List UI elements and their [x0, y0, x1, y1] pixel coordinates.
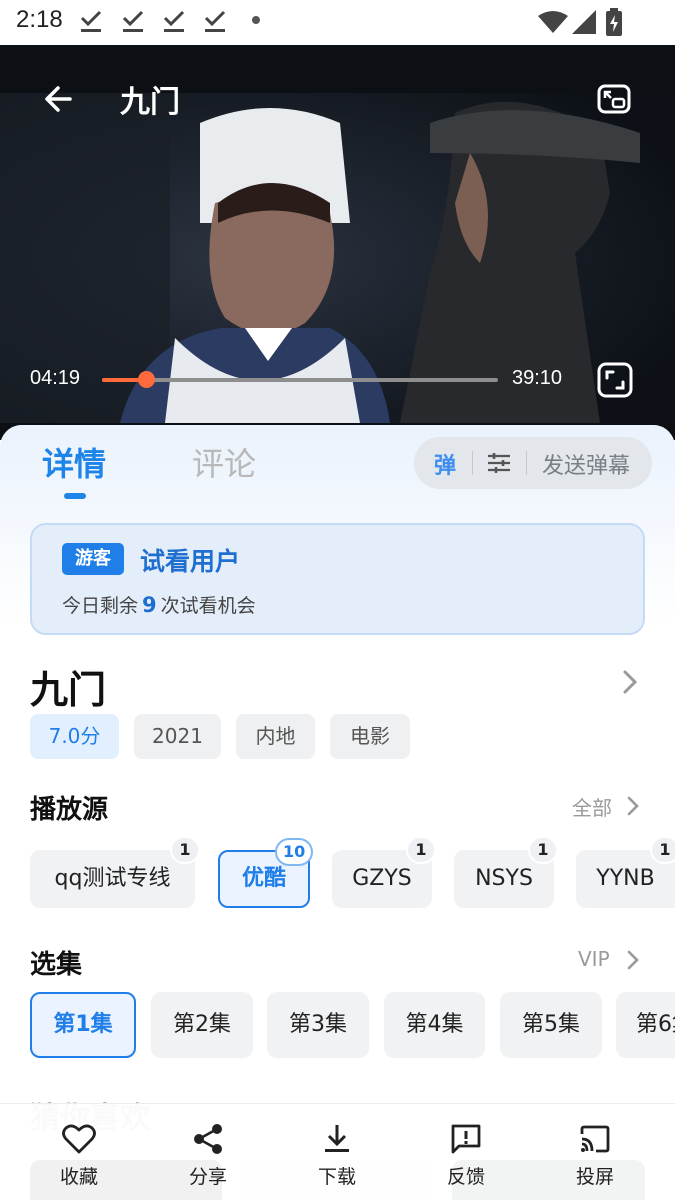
trial-user-card: 游客 试看用户 今日剩余 9 次试看机会	[30, 523, 645, 635]
feedback-icon	[451, 1124, 481, 1154]
progress-bar[interactable]	[102, 371, 498, 388]
source-label: NSYS	[475, 866, 533, 891]
episodes-vip-link[interactable]: VIP	[578, 947, 610, 971]
video-player[interactable]: 九门 04:19 39:10	[0, 45, 675, 440]
source-label: YYNB	[596, 866, 655, 891]
episode-3[interactable]: 第3集	[267, 992, 369, 1058]
source-count-badge: 10	[275, 838, 314, 866]
chevron-right-icon[interactable]	[626, 949, 640, 971]
download-done-icon	[80, 10, 102, 32]
divider	[526, 451, 527, 475]
wifi-icon	[538, 11, 568, 33]
trial-remaining-suffix: 次试看机会	[160, 595, 256, 617]
episode-1[interactable]: 第1集	[30, 992, 136, 1058]
sources-all-link[interactable]: 全部	[572, 792, 612, 821]
region-tag: 内地	[236, 714, 315, 759]
cast-button[interactable]: 投屏	[545, 1104, 645, 1200]
episodes-title: 选集	[30, 950, 83, 980]
episode-5[interactable]: 第5集	[500, 992, 602, 1058]
video-title: 九门	[120, 85, 180, 120]
source-qq[interactable]: qq测试专线 1	[30, 836, 200, 908]
trial-remaining-count: 9	[142, 593, 157, 617]
episode-4[interactable]: 第4集	[384, 992, 485, 1058]
danmaku-toggle[interactable]: 弹	[434, 448, 456, 480]
divider	[472, 451, 473, 475]
year-tag: 2021	[134, 714, 221, 759]
category-tag: 电影	[330, 714, 410, 759]
source-nsys[interactable]: NSYS 1	[454, 836, 558, 908]
source-count-badge: 1	[650, 836, 675, 864]
sources-title: 播放源	[30, 795, 109, 825]
chevron-right-icon[interactable]	[620, 669, 640, 695]
feedback-button[interactable]: 反馈	[416, 1104, 516, 1200]
download-done-icon	[163, 10, 185, 32]
picture-in-picture-icon[interactable]	[594, 79, 634, 119]
trial-remaining-text: 今日剩余 9 次试看机会	[62, 591, 256, 618]
chevron-right-icon[interactable]	[626, 795, 640, 817]
heart-icon	[62, 1124, 96, 1154]
trial-title: 试看用户	[140, 547, 241, 576]
rating-tag: 7.0分	[30, 714, 119, 759]
danmaku-settings-icon[interactable]	[486, 450, 512, 476]
danmaku-bar: 弹 发送弹幕	[414, 437, 652, 489]
cast-icon	[580, 1125, 610, 1153]
feedback-label: 反馈	[446, 1166, 485, 1188]
download-button[interactable]: 下载	[287, 1104, 387, 1200]
trial-remaining-prefix: 今日剩余	[62, 595, 139, 617]
source-label: GZYS	[352, 866, 412, 891]
back-arrow-icon[interactable]	[40, 79, 80, 119]
status-bar: 2:18	[0, 0, 675, 45]
current-time: 04:19	[30, 367, 81, 389]
total-time: 39:10	[512, 367, 563, 389]
notification-dot-icon	[252, 16, 260, 24]
share-icon	[194, 1124, 222, 1154]
share-label: 分享	[188, 1166, 227, 1188]
favorite-label: 收藏	[59, 1166, 98, 1188]
download-label: 下载	[317, 1166, 356, 1188]
bottom-action-bar: 收藏 分享 下载 反馈 投屏	[0, 1103, 675, 1200]
source-label: 优酷	[241, 866, 286, 891]
tab-comments[interactable]: 评论	[192, 439, 256, 485]
signal-icon	[572, 10, 596, 34]
fullscreen-icon[interactable]	[596, 361, 634, 399]
share-button[interactable]: 分享	[158, 1104, 258, 1200]
source-count-badge: 1	[406, 836, 436, 864]
source-count-badge: 1	[170, 836, 200, 864]
source-gzys[interactable]: GZYS 1	[332, 836, 436, 908]
source-youku[interactable]: 优酷 10	[218, 838, 314, 908]
tab-indicator	[64, 493, 86, 499]
download-icon	[325, 1125, 349, 1152]
guest-badge: 游客	[62, 543, 124, 575]
send-danmaku-button[interactable]: 发送弹幕	[542, 448, 630, 480]
details-sheet: 详情 评论 弹 发送弹幕 游客 试看用户 今日剩余 9 次试看机会 九门 7.0分 …	[0, 425, 675, 1200]
episode-6[interactable]: 第6集	[616, 992, 675, 1058]
download-done-icon	[122, 10, 144, 32]
tab-details[interactable]: 详情	[42, 439, 106, 485]
download-done-icon	[204, 10, 226, 32]
battery-charging-icon	[606, 8, 622, 36]
cast-label: 投屏	[575, 1166, 614, 1188]
favorite-button[interactable]: 收藏	[29, 1104, 129, 1200]
progress-thumb[interactable]	[137, 371, 155, 388]
source-yynb[interactable]: YYNB 1	[576, 836, 675, 908]
source-label: qq测试专线	[54, 866, 171, 891]
video-frame	[0, 93, 675, 423]
source-count-badge: 1	[528, 836, 558, 864]
status-time: 2:18	[16, 6, 63, 33]
episode-2[interactable]: 第2集	[151, 992, 253, 1058]
movie-title: 九门	[30, 668, 107, 712]
